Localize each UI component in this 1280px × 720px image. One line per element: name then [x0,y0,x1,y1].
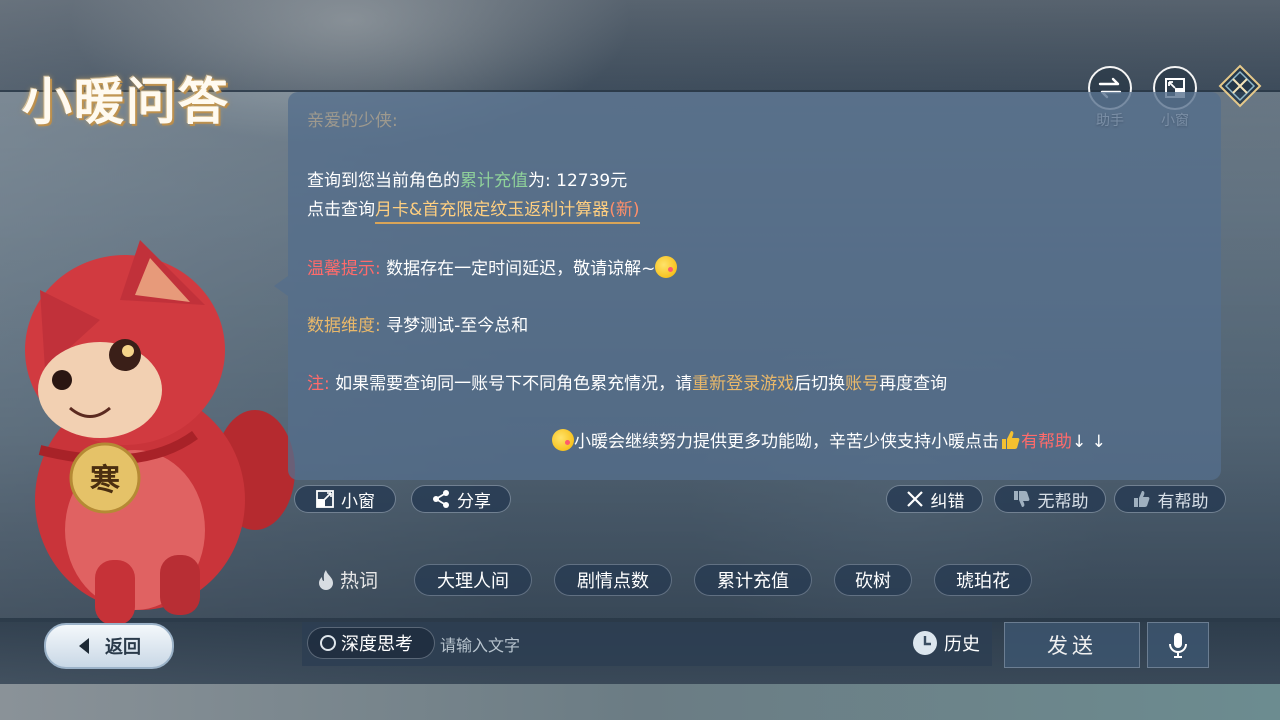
share-label: 分享 [457,491,491,512]
hot-chip-label: 砍树 [855,571,891,592]
hot-chip-label: 累计充值 [717,571,789,592]
dimension-line: 数据维度: 寻梦测试-至今总和 [307,311,528,336]
note-highlight-account: 账号 [845,374,880,394]
fire-icon [319,569,333,590]
thumbs-up-emoji-icon [1002,431,1020,449]
footer-arrows: ↓ ↓ [1072,432,1106,452]
mascot-dog: 寒 [25,240,295,625]
helpful-button[interactable]: 有帮助 [1114,485,1226,513]
report-error-label: 纠错 [930,491,965,512]
mini-window-label: 小窗 [341,491,375,512]
back-button[interactable]: 返回 [44,623,174,669]
back-label: 返回 [105,637,141,658]
calculator-new-tag: (新) [609,200,640,220]
note-text-1: 如果需要查询同一账号下不同角色累充情况，请 [335,374,693,394]
footer-helpful: 有帮助 [1021,432,1072,452]
microphone-button[interactable] [1147,622,1209,668]
hot-chip[interactable]: 大理人间 [414,564,532,596]
calculator-prefix: 点击查询 [307,200,375,220]
report-error-button[interactable]: 纠错 [886,485,983,513]
tip-text: 数据存在一定时间延迟，敬请谅解~ [386,259,656,279]
cross-icon [906,491,923,507]
kiss-emoji-icon [655,256,678,278]
not-helpful-button[interactable]: 无帮助 [994,485,1106,513]
recharge-value: 为: 12739元 [528,171,628,191]
mascot-badge-char: 寒 [90,463,120,498]
helpful-label: 有帮助 [1157,491,1209,512]
kiss-emoji-icon [552,429,574,451]
history-label: 历史 [944,634,980,655]
hot-words-label: 热词 [316,566,378,593]
deep-think-label: 深度思考 [341,634,413,655]
bottom-edge [0,684,1280,720]
note-text-2: 后切换 [794,374,846,394]
tip-label: 温馨提示: [307,259,381,279]
bubble-tail [274,276,288,296]
calculator-line: 点击查询月卡&首充限定纹玉返利计算器(新) [307,195,640,224]
send-button[interactable]: 发送 [1004,622,1140,668]
thumbs-down-icon [1013,491,1029,507]
not-helpful-label: 无帮助 [1037,491,1089,512]
hot-chip-label: 大理人间 [437,571,509,592]
send-label: 发送 [1047,634,1097,658]
back-arrow-icon [79,638,89,654]
history-button[interactable]: 历史 [912,630,980,656]
hot-words-text: 热词 [340,570,379,592]
greeting-text: 亲爱的少侠: [307,111,398,131]
close-button[interactable] [1218,64,1262,108]
share-icon [433,490,449,508]
share-button[interactable]: 分享 [411,485,511,513]
message-input[interactable] [438,632,902,658]
calculator-link-text: 月卡&首充限定纹玉返利计算器 [375,200,610,220]
hot-chip[interactable]: 砍树 [834,564,912,596]
deep-think-toggle[interactable]: 深度思考 [307,627,435,659]
mini-window-icon [316,490,334,508]
recharge-line: 查询到您当前角色的累计充值为: 12739元 [307,166,627,191]
close-icon [1218,64,1262,108]
answer-bubble: 亲爱的少侠: 查询到您当前角色的累计充值为: 12739元 点击查询月卡&首充限… [288,92,1221,480]
hot-chip[interactable]: 琥珀花 [934,564,1032,596]
recharge-highlight: 累计充值 [460,171,528,191]
recharge-prefix: 查询到您当前角色的 [307,171,460,191]
note-line: 注: 如果需要查询同一账号下不同角色累充情况，请重新登录游戏后切换账号再度查询 [307,369,947,394]
footer-line: 小暖会继续努力提供更多功能呦，辛苦少侠支持小暖点击 有帮助↓ ↓ [552,427,1106,452]
hot-chip[interactable]: 剧情点数 [554,564,672,596]
app-logo: 小暖问答 [22,72,230,131]
dimension-text: 寻梦测试-至今总和 [386,316,529,336]
dimension-label: 数据维度: [307,316,381,336]
note-label: 注: [307,374,330,394]
radio-icon [320,635,336,651]
clock-icon [913,631,937,655]
hot-chip-label: 剧情点数 [577,571,649,592]
mini-window-button[interactable]: 小窗 [294,485,396,513]
note-highlight-relogin: 重新登录游戏 [692,374,795,394]
hot-chip-label: 琥珀花 [956,571,1010,592]
microphone-icon [1169,633,1187,658]
note-text-3: 再度查询 [879,374,948,394]
hot-chip[interactable]: 累计充值 [694,564,812,596]
tip-line: 温馨提示: 数据存在一定时间延迟，敬请谅解~ [307,254,678,279]
thumbs-up-icon [1133,491,1149,507]
footer-text: 小暖会继续努力提供更多功能呦，辛苦少侠支持小暖点击 [574,432,999,452]
calculator-link[interactable]: 月卡&首充限定纹玉返利计算器(新) [375,200,640,224]
